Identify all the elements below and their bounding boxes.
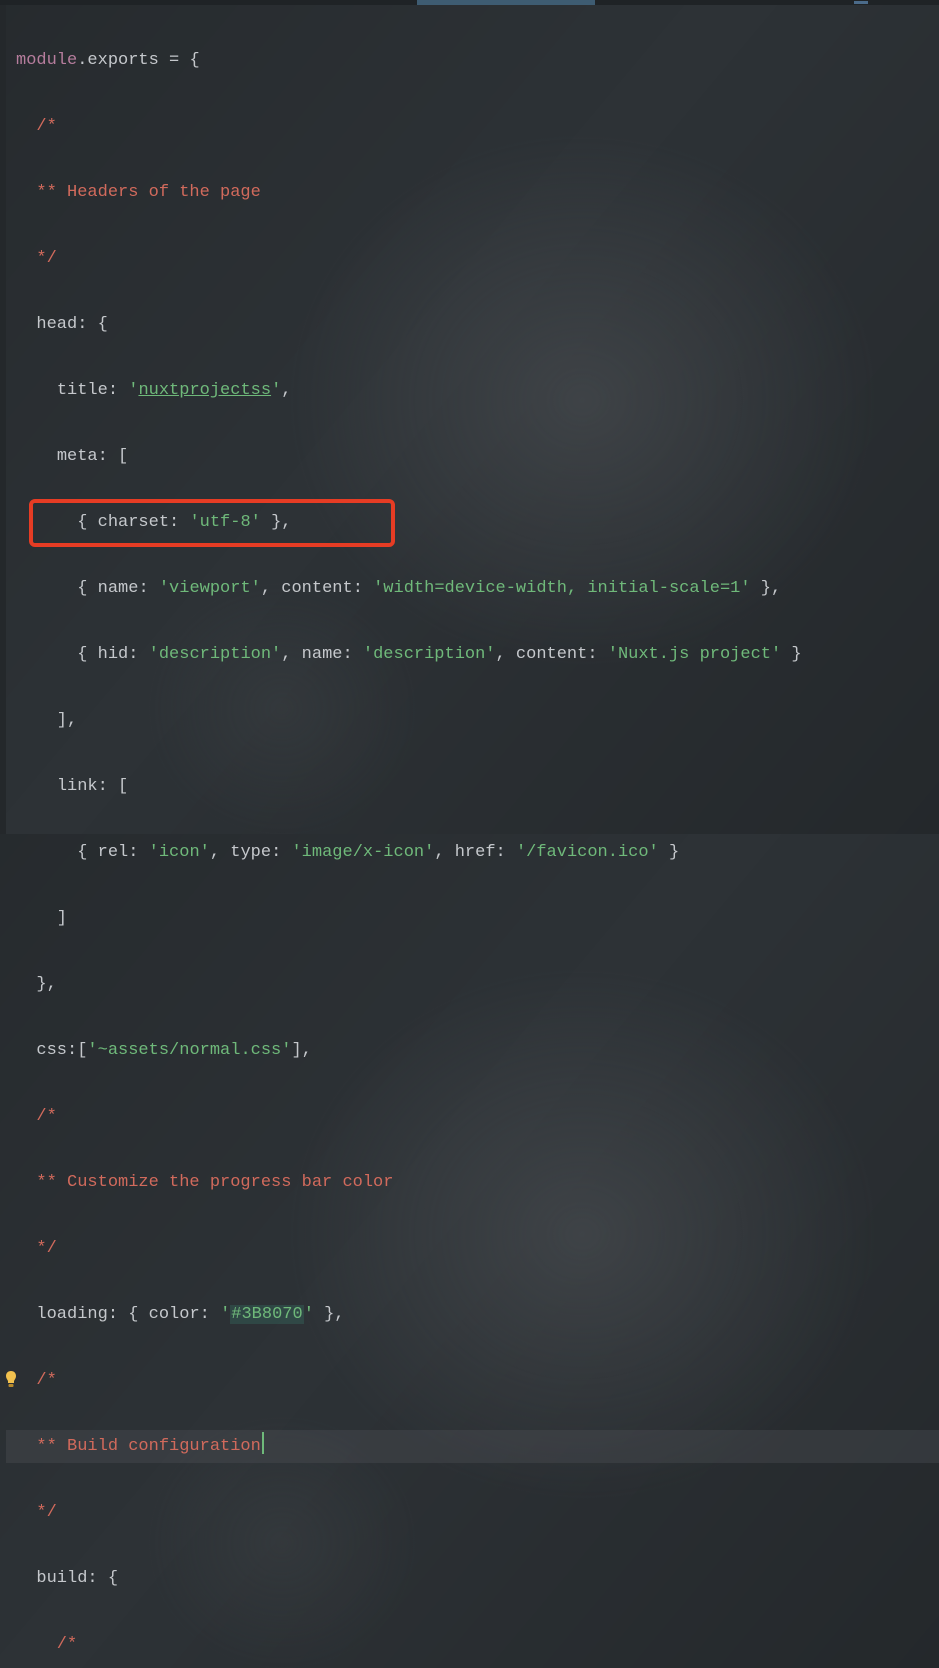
code-line: build: { xyxy=(6,1562,939,1595)
code-line: /* xyxy=(6,1364,939,1397)
code-line: css:['~assets/normal.css'], xyxy=(6,1034,939,1067)
code-line: }, xyxy=(6,968,939,1001)
code-editor[interactable]: module.exports = { /* ** Headers of the … xyxy=(6,5,939,834)
code-line: */ xyxy=(6,1232,939,1265)
keyword-module: module xyxy=(16,51,77,70)
code-line: */ xyxy=(6,1496,939,1529)
code-line: /* xyxy=(6,1628,939,1661)
code-line: { rel: 'icon', type: 'image/x-icon', hre… xyxy=(6,836,939,869)
code-line: { hid: 'description', name: 'description… xyxy=(6,638,939,671)
tab-icon[interactable] xyxy=(854,1,868,4)
code-line: ** Headers of the page xyxy=(6,176,939,209)
code-line: /* xyxy=(6,110,939,143)
code-line: ] xyxy=(6,902,939,935)
color-swatch: #3B8070 xyxy=(230,1305,303,1324)
code-line: loading: { color: '#3B8070' }, xyxy=(6,1298,939,1331)
code-line: { name: 'viewport', content: 'width=devi… xyxy=(6,572,939,605)
code-line: head: { xyxy=(6,308,939,341)
link-title[interactable]: nuxtprojectss xyxy=(138,381,271,400)
lightbulb-icon[interactable] xyxy=(4,1370,18,1390)
code-line: link: [ xyxy=(6,770,939,803)
code-line: */ xyxy=(6,242,939,275)
code-line: /* xyxy=(6,1100,939,1133)
code-line: meta: [ xyxy=(6,440,939,473)
text-cursor xyxy=(262,1432,264,1454)
code-line: ], xyxy=(6,704,939,737)
code-line: ** Customize the progress bar color xyxy=(6,1166,939,1199)
code-line: title: 'nuxtprojectss', xyxy=(6,374,939,407)
code-line-current: ** Build configuration xyxy=(6,1430,939,1463)
code-line: module.exports = { xyxy=(6,44,939,77)
code-line: { charset: 'utf-8' }, xyxy=(6,506,939,539)
